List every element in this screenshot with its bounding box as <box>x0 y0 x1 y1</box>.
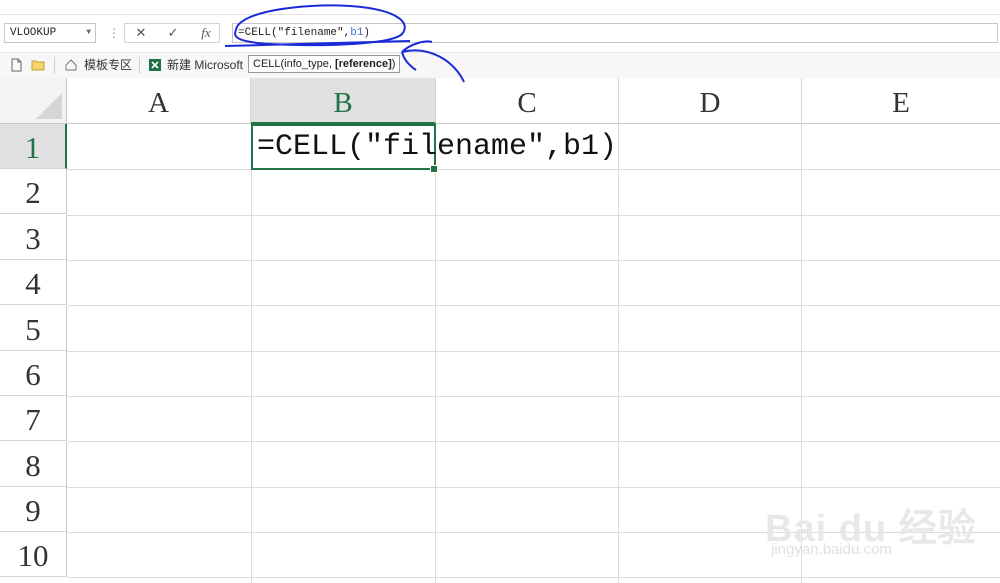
home-icon <box>65 59 77 71</box>
column-header-d[interactable]: D <box>619 78 802 124</box>
excel-icon <box>149 59 161 71</box>
tooltip-close-paren: ) <box>391 58 396 70</box>
grid-line <box>67 305 1000 306</box>
new-page-icon[interactable] <box>9 58 23 72</box>
cell-b1-content: =CELL("filename",b1) <box>257 130 618 164</box>
grid-line <box>67 351 1000 352</box>
row-header-5[interactable]: 5 <box>0 306 67 351</box>
row-header-4[interactable]: 4 <box>0 260 67 305</box>
insert-function-icon[interactable]: fx <box>193 23 219 43</box>
formula-input[interactable]: =CELL("filename",b1) <box>232 23 998 43</box>
column-header-e[interactable]: E <box>802 78 1000 124</box>
bookmarks-bar: 模板专区 新建 Microsoft <box>0 52 1000 79</box>
grid-line <box>67 260 1000 261</box>
column-header-c[interactable]: C <box>436 78 619 124</box>
grid-line <box>435 124 436 583</box>
folder-icon[interactable] <box>31 58 45 72</box>
chevron-down-icon[interactable]: ▼ <box>86 24 91 42</box>
select-all-triangle-icon <box>36 93 62 119</box>
bookmark-divider <box>54 57 55 74</box>
column-header-b[interactable]: B <box>251 78 436 124</box>
row-header-2[interactable]: 2 <box>0 169 67 214</box>
formula-bar: VLOOKUP ▼ ⋮ ✕ ✓ fx =CELL("filename",b1) <box>0 20 1000 48</box>
name-box-value: VLOOKUP <box>10 27 57 39</box>
row-header-9[interactable]: 9 <box>0 487 67 532</box>
grid-line <box>67 577 1000 578</box>
formula-reference: b1 <box>350 27 364 39</box>
select-all-button[interactable] <box>0 78 67 124</box>
formula-bar-grip-icon: ⋮ <box>108 26 120 40</box>
function-tooltip: CELL(info_type, [reference]) <box>248 55 401 73</box>
row-header-10[interactable]: 10 <box>0 532 67 577</box>
grid-line <box>67 396 1000 397</box>
row-header-8[interactable]: 8 <box>0 442 67 487</box>
cancel-icon[interactable]: ✕ <box>128 23 154 43</box>
row-header-1[interactable]: 1 <box>0 124 67 169</box>
tooltip-current-arg[interactable]: [reference] <box>335 58 392 70</box>
grid-line <box>67 441 1000 442</box>
baidu-watermark: Bai du 经验 jingyan.baidu.com <box>765 497 985 567</box>
bookmark-new-microsoft[interactable]: 新建 Microsoft <box>167 53 243 78</box>
enter-icon[interactable]: ✓ <box>160 23 186 43</box>
grid-line <box>67 487 1000 488</box>
row-header-3[interactable]: 3 <box>0 215 67 260</box>
watermark-url: jingyan.baidu.com <box>771 541 892 558</box>
name-box[interactable]: VLOOKUP ▼ <box>4 23 96 43</box>
formula-text: =CELL("filename", <box>238 27 351 39</box>
row-header-7[interactable]: 7 <box>0 396 67 441</box>
bookmark-divider <box>139 57 140 74</box>
column-header-a[interactable]: A <box>67 78 251 124</box>
grid-line <box>618 124 619 583</box>
tooltip-signature: CELL(info_type, <box>253 58 335 70</box>
ribbon-bottom-strip <box>0 0 1000 15</box>
row-header-6[interactable]: 6 <box>0 351 67 396</box>
formula-close-paren: ) <box>363 27 371 39</box>
bookmark-template-zone[interactable]: 模板专区 <box>84 53 132 78</box>
grid-line <box>67 215 1000 216</box>
grid-line <box>251 124 252 583</box>
